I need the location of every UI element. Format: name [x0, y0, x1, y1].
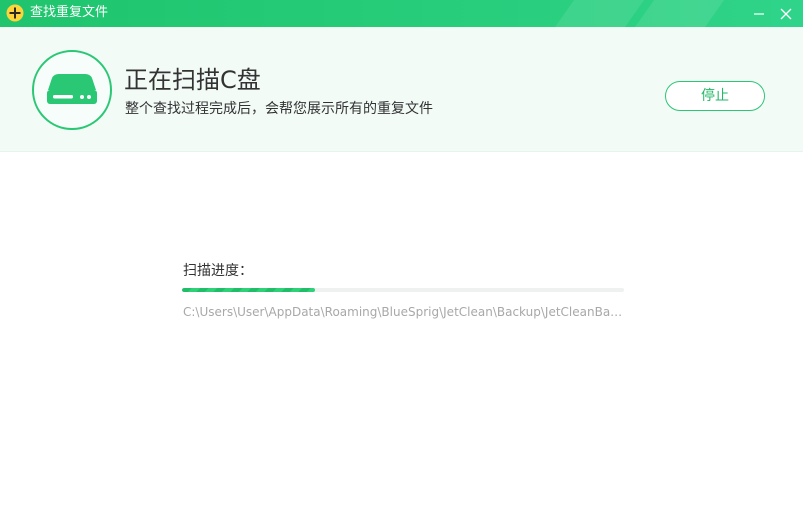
close-button[interactable] [772, 0, 800, 27]
progress-label: 扫描进度： [183, 263, 253, 279]
close-icon [780, 8, 792, 19]
hard-drive-icon [47, 74, 97, 104]
progress-bar [182, 288, 624, 292]
title-bar: 查找重复文件 [0, 0, 803, 27]
minimize-button[interactable] [745, 0, 773, 27]
drive-badge [32, 50, 112, 130]
page-title: 正在扫描C盘 [124, 66, 261, 94]
progress-bar-fill [182, 288, 315, 292]
page-subtitle: 整个查找过程完成后，会帮您展示所有的重复文件 [125, 101, 433, 117]
current-scan-path: C:\Users\User\AppData\Roaming\BlueSprig\… [183, 305, 624, 319]
app-logo-icon [6, 4, 24, 22]
window-title: 查找重复文件 [30, 5, 109, 20]
stop-button[interactable]: 停止 [665, 81, 765, 111]
scan-header: 正在扫描C盘 整个查找过程完成后，会帮您展示所有的重复文件 停止 [0, 27, 803, 152]
minimize-icon [754, 12, 764, 15]
title-bar-decoration [538, 0, 652, 27]
